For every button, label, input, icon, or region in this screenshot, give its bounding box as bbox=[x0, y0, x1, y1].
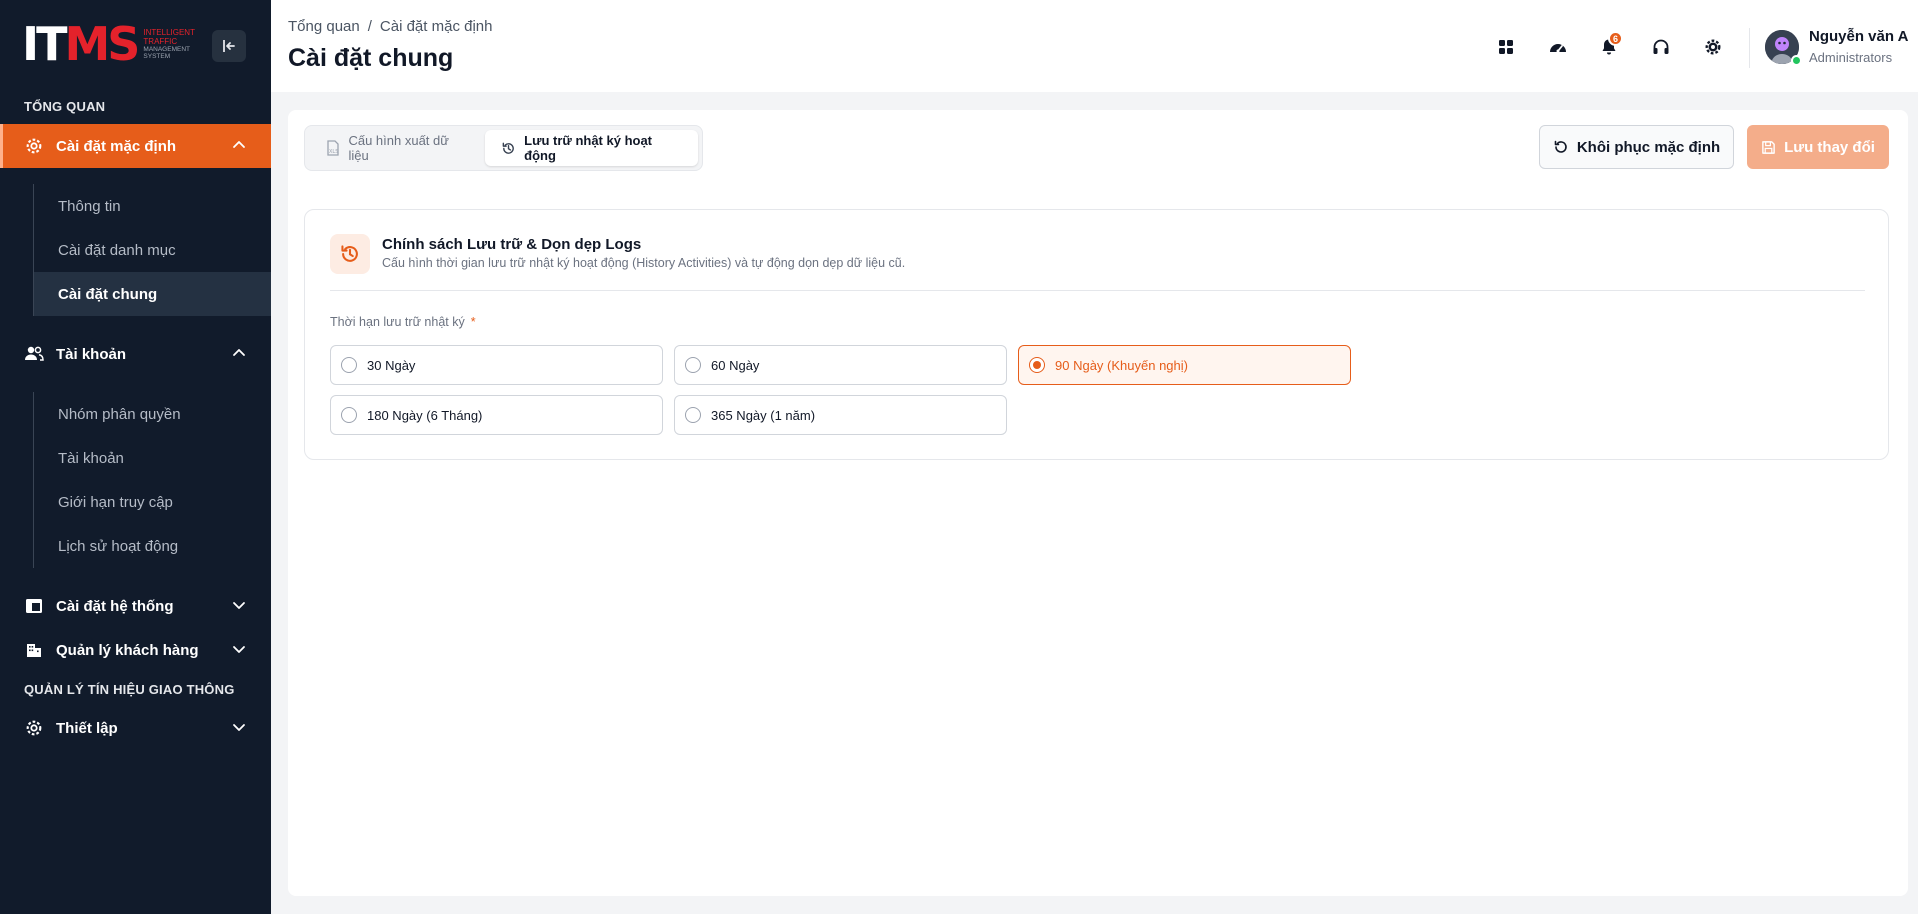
nav-customer-management[interactable]: Quản lý khách hàng bbox=[0, 628, 271, 672]
chevron-up-icon bbox=[233, 349, 245, 356]
save-changes-label: Lưu thay đổi bbox=[1784, 138, 1875, 156]
tab-activity-logs[interactable]: Lưu trữ nhật ký hoạt động bbox=[484, 130, 698, 166]
user-role: Administrators bbox=[1809, 50, 1893, 65]
svg-text:XLS: XLS bbox=[329, 149, 338, 155]
tab-export-config-label: Cấu hình xuất dữ liệu bbox=[348, 133, 449, 163]
xls-file-icon: XLS bbox=[325, 140, 340, 156]
settings-button[interactable] bbox=[1698, 32, 1728, 62]
sub-item-info[interactable]: Thông tin bbox=[34, 184, 271, 228]
retention-option-60[interactable]: 60 Ngày bbox=[674, 345, 1007, 385]
window-icon bbox=[24, 596, 44, 616]
restore-defaults-label: Khôi phục mặc định bbox=[1576, 138, 1721, 156]
breadcrumb-root[interactable]: Tổng quan bbox=[288, 18, 360, 35]
breadcrumb: Tổng quan / Cài đặt mặc định bbox=[288, 18, 492, 35]
logo: ITMS INTELLIGENT TRAFFIC MANAGEMENT SYST… bbox=[22, 21, 195, 67]
radio-circle[interactable] bbox=[685, 407, 701, 423]
card-description: Cấu hình thời gian lưu trữ nhật ký hoạt … bbox=[382, 256, 906, 270]
headset-icon bbox=[1653, 39, 1669, 54]
tab-export-config[interactable]: XLS Cấu hình xuất dữ liệu bbox=[309, 130, 485, 166]
logo-line-1: INTELLIGENT bbox=[143, 28, 195, 37]
nav-system-settings-label: Cài đặt hệ thống bbox=[56, 597, 174, 615]
retention-option-label: 365 Ngày (1 năm) bbox=[711, 407, 816, 423]
retention-option-365[interactable]: 365 Ngày (1 năm) bbox=[674, 395, 1007, 435]
radio-circle-selected[interactable] bbox=[1029, 357, 1045, 373]
sub-item-accounts[interactable]: Tài khoản bbox=[34, 436, 271, 480]
log-retention-card: Chính sách Lưu trữ & Dọn dẹp Logs Cấu hì… bbox=[304, 209, 1889, 460]
retention-option-label: 180 Ngày (6 Tháng) bbox=[367, 407, 483, 423]
sidebar: ITMS INTELLIGENT TRAFFIC MANAGEMENT SYST… bbox=[0, 0, 271, 914]
header-divider bbox=[1749, 28, 1750, 68]
logo-line-4: SYSTEM bbox=[143, 53, 171, 60]
nav-default-settings[interactable]: Cài đặt mặc định bbox=[0, 124, 271, 168]
retention-field-label: Thời hạn lưu trữ nhật ký * bbox=[330, 315, 476, 329]
breadcrumb-current[interactable]: Cài đặt mặc định bbox=[380, 18, 493, 35]
retention-field-label-text: Thời hạn lưu trữ nhật ký bbox=[330, 315, 465, 329]
logo-mark-it: IT bbox=[22, 17, 67, 71]
retention-option-30[interactable]: 30 Ngày bbox=[330, 345, 663, 385]
users-icon bbox=[24, 344, 44, 364]
sub-item-activity-history[interactable]: Lịch sử hoạt động bbox=[34, 524, 271, 568]
logo-line-3: MANAGEMENT bbox=[143, 46, 190, 53]
required-asterisk: * bbox=[470, 315, 476, 329]
radio-circle[interactable] bbox=[685, 357, 701, 373]
main-content: XLS Cấu hình xuất dữ liệu Lưu trữ nhật k… bbox=[288, 110, 1908, 896]
section-overview-label: TỔNG QUAN bbox=[24, 99, 106, 114]
nav-accounts-label: Tài khoản bbox=[56, 345, 127, 363]
logo-line-2: TRAFFIC bbox=[143, 37, 178, 46]
dashboard-button[interactable] bbox=[1543, 32, 1573, 62]
history-icon bbox=[501, 140, 516, 156]
nav-setup[interactable]: Thiết lập bbox=[0, 706, 271, 750]
restore-defaults-button[interactable]: Khôi phục mặc định bbox=[1539, 125, 1734, 169]
retention-option-label: 60 Ngày bbox=[711, 357, 760, 373]
chevron-up-icon bbox=[233, 141, 245, 148]
breadcrumb-separator: / bbox=[367, 18, 372, 35]
retention-option-180[interactable]: 180 Ngày (6 Tháng) bbox=[330, 395, 663, 435]
speedometer-icon bbox=[1550, 44, 1566, 53]
logo-mark-ms: MS bbox=[64, 17, 141, 71]
chevron-down-icon bbox=[233, 724, 245, 731]
gear-icon bbox=[24, 136, 44, 156]
notifications-button[interactable]: 6 bbox=[1594, 31, 1624, 62]
sub-item-general-settings[interactable]: Cài đặt chung bbox=[34, 272, 271, 316]
card-divider bbox=[330, 290, 1865, 291]
logo-area: ITMS INTELLIGENT TRAFFIC MANAGEMENT SYST… bbox=[0, 0, 271, 92]
sub-item-access-limit[interactable]: Giới hạn truy cập bbox=[34, 480, 271, 524]
chevron-down-icon bbox=[233, 646, 245, 653]
card-title: Chính sách Lưu trữ & Dọn dẹp Logs bbox=[382, 236, 642, 253]
apps-grid-button[interactable] bbox=[1491, 32, 1521, 62]
retention-option-label: 90 Ngày (Khuyến nghị) bbox=[1055, 357, 1188, 373]
retention-option-label: 30 Ngày bbox=[367, 357, 416, 373]
nav-accounts[interactable]: Tài khoản bbox=[0, 332, 271, 376]
settings-tabs: XLS Cấu hình xuất dữ liệu Lưu trữ nhật k… bbox=[304, 125, 703, 171]
building-icon bbox=[24, 640, 44, 660]
radio-circle[interactable] bbox=[341, 407, 357, 423]
nav-default-settings-label: Cài đặt mặc định bbox=[56, 137, 177, 155]
online-status-dot bbox=[1791, 55, 1802, 66]
sub-item-permission-groups[interactable]: Nhóm phân quyền bbox=[34, 392, 271, 436]
sub-item-category-settings[interactable]: Cài đặt danh mục bbox=[34, 228, 271, 272]
chevron-down-icon bbox=[233, 602, 245, 609]
restore-icon bbox=[1554, 140, 1567, 153]
tab-activity-logs-label: Lưu trữ nhật ký hoạt động bbox=[524, 133, 653, 163]
nav-setup-label: Thiết lập bbox=[56, 719, 118, 737]
radio-circle[interactable] bbox=[341, 357, 357, 373]
collapse-left-icon bbox=[223, 40, 235, 52]
support-button[interactable] bbox=[1646, 32, 1676, 62]
nav-customer-management-label: Quản lý khách hàng bbox=[56, 641, 199, 659]
grid-icon bbox=[1499, 40, 1513, 54]
notification-count-badge: 6 bbox=[1608, 31, 1623, 46]
page-title: Cài đặt chung bbox=[288, 44, 454, 72]
gear-icon bbox=[24, 718, 44, 738]
retention-option-90[interactable]: 90 Ngày (Khuyến nghị) bbox=[1018, 345, 1351, 385]
top-header: Tổng quan / Cài đặt mặc định Cài đặt chu… bbox=[271, 0, 1918, 92]
save-changes-button[interactable]: Lưu thay đổi bbox=[1747, 125, 1889, 169]
section-traffic-signal-label: QUẢN LÝ TÍN HIỆU GIAO THÔNG bbox=[24, 682, 235, 697]
nav-system-settings[interactable]: Cài đặt hệ thống bbox=[0, 584, 271, 628]
history-icon bbox=[330, 234, 370, 274]
gear-icon bbox=[1705, 39, 1721, 55]
user-name[interactable]: Nguyễn văn A bbox=[1809, 28, 1908, 45]
collapse-sidebar-button[interactable] bbox=[212, 30, 246, 62]
save-icon bbox=[1762, 140, 1775, 154]
